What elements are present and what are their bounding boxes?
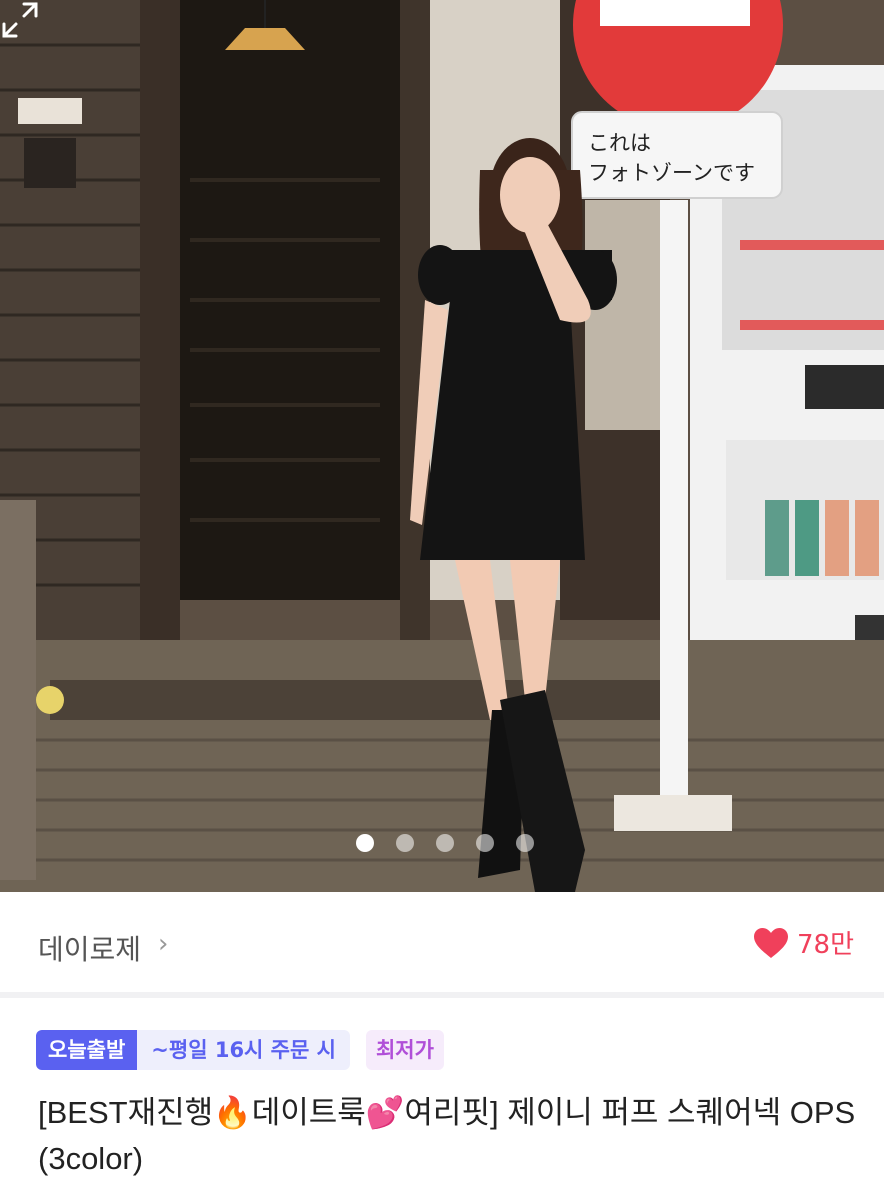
carousel-dot[interactable] (436, 834, 454, 852)
lowest-price-badge: 최저가 (365, 1030, 444, 1070)
sign-text-line1: これは (588, 131, 651, 155)
shipping-condition-badge: ~평일 16시 주문 시 (137, 1030, 350, 1070)
today-shipping-badge: 오늘출발 (36, 1030, 138, 1070)
product-title: [BEST재진행🔥데이트룩💕여리핏] 제이니 퍼프 스퀘어넥 OPS (3col… (38, 1095, 856, 1176)
shop-name[interactable]: 데이로제 (38, 928, 141, 968)
product-image-carousel[interactable]: これは フォトゾーンです (0, 0, 884, 892)
carousel-dot[interactable] (396, 834, 414, 852)
product-photo: これは フォトゾーンです (0, 0, 884, 892)
carousel-dot[interactable] (516, 834, 534, 852)
like-button[interactable]: 78만 (753, 924, 854, 961)
badge-group: 오늘출발 ~평일 16시 주문 시 최저가 (36, 1030, 444, 1070)
heart-icon (753, 927, 788, 958)
like-count: 78만 (796, 930, 854, 960)
carousel-dot[interactable] (476, 834, 494, 852)
expand-icon[interactable] (0, 0, 40, 40)
carousel-indicator (356, 834, 534, 852)
chevron-right-icon: › (158, 929, 169, 959)
carousel-dot[interactable] (356, 834, 374, 852)
sign-text-line2: フォトゾーンです (588, 161, 755, 185)
